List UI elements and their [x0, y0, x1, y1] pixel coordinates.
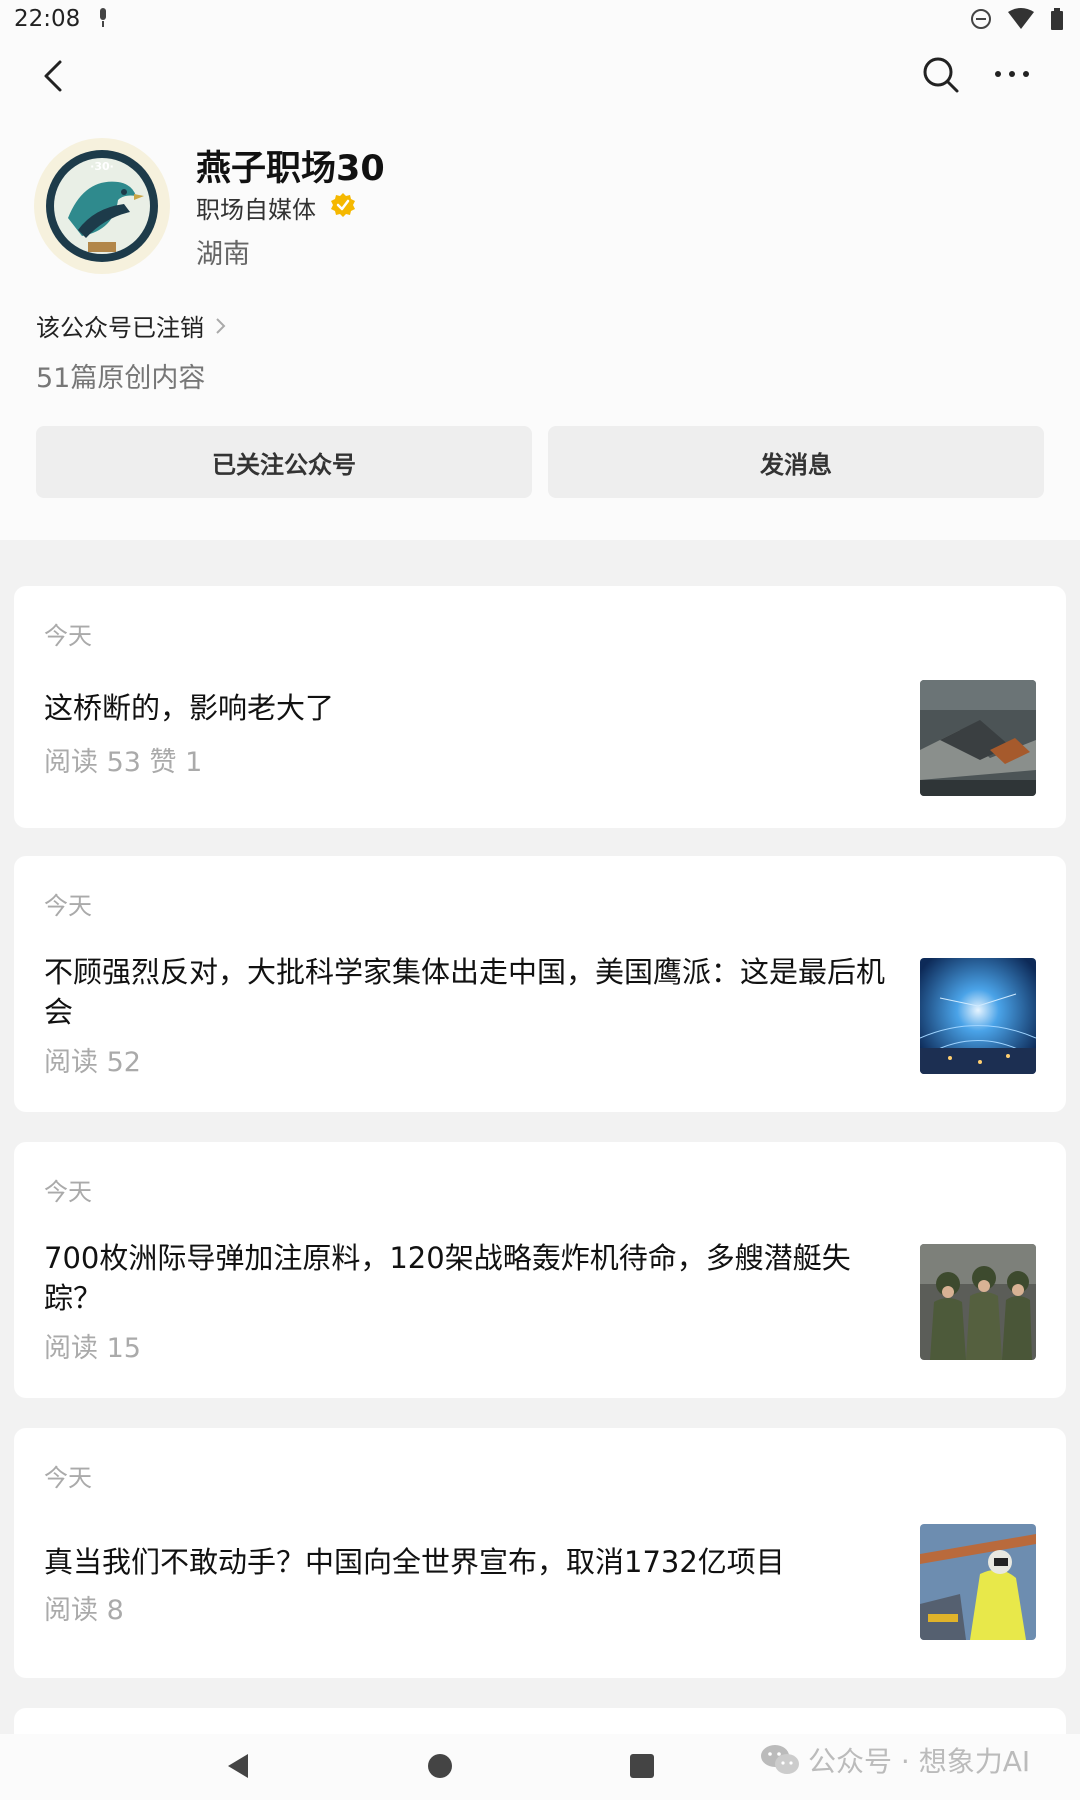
worker-photo-icon	[920, 1524, 1036, 1640]
article-title[interactable]: 真当我们不敢动手？中国向全世界宣布，取消1732亿项目	[44, 1542, 904, 1582]
article-date: 今天	[44, 892, 92, 920]
article-title[interactable]: 不顾强烈反对，大批科学家集体出走中国，美国鹰派：这是最后机会	[44, 952, 904, 1032]
nav-recent-apps-icon[interactable]	[630, 1754, 654, 1778]
status-bar: 22:08	[0, 0, 1080, 40]
article-thumbnail[interactable]	[920, 1244, 1036, 1360]
search-icon[interactable]	[918, 52, 962, 96]
account-type: 职场自媒体	[196, 196, 316, 224]
article-thumbnail[interactable]	[920, 958, 1036, 1074]
article-meta: 阅读 8	[44, 1595, 124, 1626]
article-card[interactable]: 今天 真当我们不敢动手？中国向全世界宣布，取消1732亿项目 阅读 8	[14, 1428, 1066, 1678]
verified-icon	[331, 193, 355, 217]
status-icons	[970, 8, 1064, 30]
article-meta: 阅读 52	[44, 1047, 141, 1078]
wifi-icon	[1008, 8, 1034, 29]
article-date: 今天	[44, 622, 92, 650]
battery-icon	[1051, 8, 1063, 30]
article-date: 今天	[44, 1464, 92, 1492]
back-icon[interactable]	[34, 56, 74, 96]
more-icon[interactable]	[990, 52, 1034, 96]
article-meta: 阅读 53 赞 1	[44, 747, 203, 778]
watermark: 公众号 · 想象力AI	[760, 1740, 1030, 1780]
send-message-button[interactable]: 发消息	[548, 426, 1044, 498]
cancelled-notice-text: 该公众号已注销	[36, 314, 204, 342]
wechat-icon	[761, 1745, 799, 1774]
watermark-text: 公众号 · 想象力AI	[808, 1745, 1031, 1778]
followed-button[interactable]: 已关注公众号	[36, 426, 532, 498]
article-card[interactable]: 今天 700枚洲际导弹加注原料，120架战略轰炸机待命，多艘潜艇失踪？ 阅读 1…	[14, 1142, 1066, 1398]
status-time: 22:08	[14, 6, 81, 32]
microphone-icon	[100, 8, 106, 27]
nav-back-icon[interactable]	[226, 1752, 250, 1780]
nav-home-icon[interactable]	[428, 1754, 452, 1778]
do-not-disturb-icon	[971, 9, 991, 29]
chevron-right-icon	[216, 317, 226, 334]
cancelled-notice-link[interactable]: 该公众号已注销	[36, 308, 228, 343]
bird-logo-icon: ·30·	[46, 150, 158, 262]
soldiers-photo-icon	[920, 1244, 1036, 1360]
avatar[interactable]: ·30·	[34, 138, 170, 274]
article-card[interactable]: 今天 不顾强烈反对，大批科学家集体出走中国，美国鹰派：这是最后机会 阅读 52	[14, 856, 1066, 1112]
account-name: 燕子职场30	[196, 149, 385, 189]
article-meta: 阅读 15	[44, 1333, 141, 1364]
article-thumbnail[interactable]	[920, 1524, 1036, 1640]
article-title[interactable]: 这桥断的，影响老大了	[44, 688, 904, 728]
article-thumbnail[interactable]	[920, 680, 1036, 796]
article-date: 今天	[44, 1178, 92, 1206]
avatar-badge-text: ·30·	[90, 160, 114, 173]
bridge-photo-icon	[920, 680, 1036, 796]
account-region: 湖南	[196, 239, 250, 270]
original-content-count[interactable]: 51篇原创内容	[36, 356, 205, 395]
article-title[interactable]: 700枚洲际导弹加注原料，120架战略轰炸机待命，多艘潜艇失踪？	[44, 1238, 904, 1318]
network-photo-icon	[920, 958, 1036, 1074]
article-card[interactable]: 今天 这桥断的，影响老大了 阅读 53 赞 1	[14, 586, 1066, 828]
